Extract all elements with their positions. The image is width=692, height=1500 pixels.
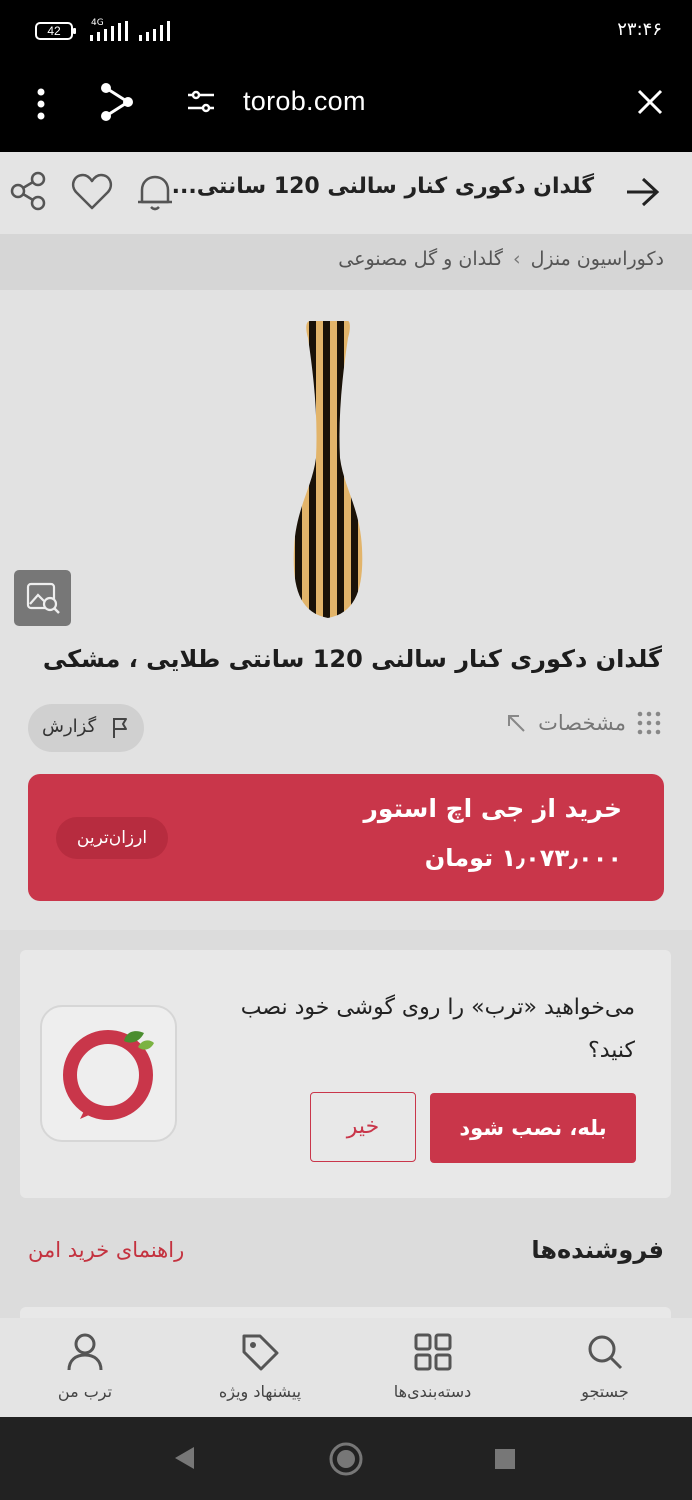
- torob-logo-icon: [63, 1030, 154, 1120]
- browser-toolbar: torob.com: [0, 62, 692, 152]
- grid-icon: [414, 1333, 451, 1371]
- install-yes-button[interactable]: بله، نصب شود: [430, 1093, 636, 1163]
- torob-logo: [40, 1005, 177, 1142]
- back-triangle-icon[interactable]: [172, 1445, 196, 1471]
- page-title: گلدان دکوری کنار سالنی 120 سانتی...: [171, 174, 594, 199]
- search-icon: [588, 1335, 623, 1370]
- signal-icon: [90, 21, 128, 41]
- nav-special-offers[interactable]: پیشنهاد ویژه: [200, 1318, 320, 1417]
- clock: ۲۳:۴۶: [617, 19, 662, 40]
- share-nodes-icon[interactable]: [98, 82, 136, 122]
- grid-dots-icon: [637, 711, 661, 735]
- breadcrumb-item-decor[interactable]: دکوراسیون منزل: [531, 248, 664, 270]
- heart-icon[interactable]: [70, 172, 114, 212]
- image-search-icon: [26, 582, 60, 614]
- sellers-title: فروشنده‌ها: [531, 1236, 664, 1264]
- system-nav-bar: [0, 1417, 692, 1500]
- nav-my-torob[interactable]: ترب من: [35, 1318, 135, 1417]
- url-text[interactable]: torob.com: [243, 86, 366, 117]
- buy-shop-label: خرید از جی اچ استور: [363, 794, 623, 823]
- nav-search-label: جستجو: [581, 1382, 629, 1401]
- cheapest-badge: ارزان‌ترین: [56, 817, 168, 859]
- product-image[interactable]: [288, 318, 368, 620]
- buy-price: ۱٫۰۷۳٫۰۰۰ تومان: [424, 844, 622, 872]
- bottom-nav: جستجو دسته‌بندی‌ها پیشنهاد ویژه ترب من: [0, 1318, 692, 1417]
- nav-special-offers-label: پیشنهاد ویژه: [218, 1382, 302, 1401]
- install-app-card: می‌خواهید «ترب» را روی گوشی خود نصب کنید…: [20, 950, 671, 1198]
- battery-level: 42: [47, 24, 61, 38]
- nav-categories[interactable]: دسته‌بندی‌ها: [375, 1318, 490, 1417]
- safe-buy-guide-link[interactable]: راهنمای خرید امن: [28, 1238, 184, 1262]
- back-arrow-icon[interactable]: [624, 176, 660, 208]
- product-section: گلدان دکوری کنار سالنی 120 سانتی طلایی ،…: [0, 290, 692, 930]
- recents-square-icon[interactable]: [494, 1448, 516, 1470]
- breadcrumb-item-vase[interactable]: گلدان و گل مصنوعی: [338, 248, 503, 270]
- tag-icon: [242, 1334, 279, 1371]
- nav-categories-label: دسته‌بندی‌ها: [393, 1382, 472, 1401]
- arrow-up-left-icon: [508, 715, 525, 732]
- close-icon[interactable]: [636, 88, 664, 116]
- page-header: گلدان دکوری کنار سالنی 120 سانتی...: [0, 152, 692, 234]
- status-bar: 42 4G ۲۳:۴۶: [0, 0, 692, 62]
- report-label: گزارش: [42, 716, 97, 737]
- install-question: می‌خواهید «ترب» را روی گوشی خود نصب کنید…: [240, 995, 635, 1063]
- nav-my-torob-label: ترب من: [57, 1382, 113, 1401]
- install-no-button[interactable]: خیر: [310, 1092, 416, 1162]
- signal-icon-2: [139, 21, 170, 41]
- nav-search[interactable]: جستجو: [550, 1318, 660, 1417]
- breadcrumb: دکوراسیون منزل › گلدان و گل مصنوعی: [0, 234, 692, 290]
- site-settings-icon[interactable]: [186, 88, 216, 116]
- product-title: گلدان دکوری کنار سالنی 120 سانتی طلایی ،…: [42, 645, 662, 673]
- home-circle-icon[interactable]: [328, 1441, 364, 1477]
- user-icon: [67, 1333, 103, 1371]
- report-button[interactable]: گزارش: [28, 704, 144, 752]
- breadcrumb-separator: ›: [512, 248, 521, 270]
- more-vert-icon[interactable]: [32, 86, 50, 122]
- buy-button[interactable]: خرید از جی اچ استور ۱٫۰۷۳٫۰۰۰ تومان ارزا…: [28, 774, 664, 901]
- battery-icon: 42: [35, 22, 76, 40]
- flag-icon: [113, 718, 127, 738]
- specs-label: مشخصات: [538, 711, 626, 735]
- share-icon[interactable]: [8, 170, 48, 212]
- image-search-button[interactable]: [14, 570, 71, 626]
- bell-icon[interactable]: [134, 170, 176, 214]
- specs-link[interactable]: مشخصات: [504, 710, 662, 736]
